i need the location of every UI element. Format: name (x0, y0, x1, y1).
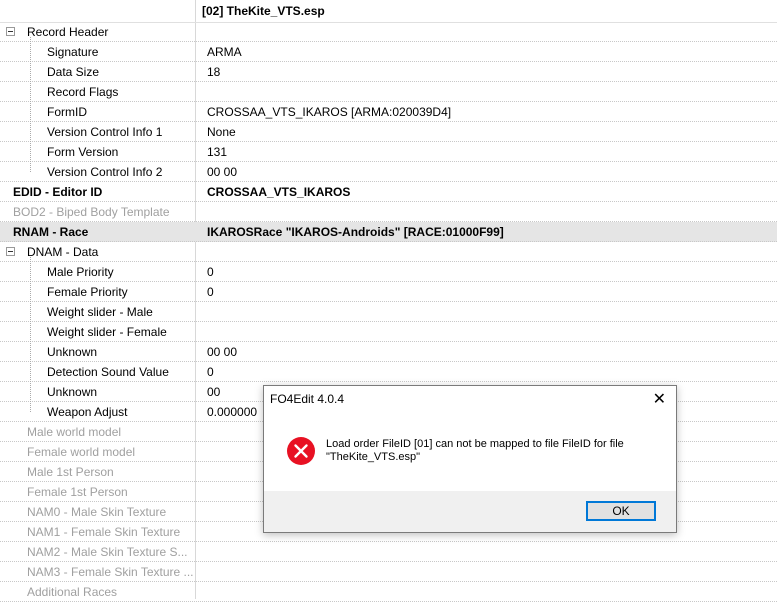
row-nam3[interactable]: NAM3 - Female Skin Texture ... (0, 562, 777, 582)
row-value: None (207, 125, 236, 139)
row-name: Data Size (47, 65, 100, 79)
row-value: 00 00 (207, 165, 238, 179)
row-name: BOD2 - Biped Body Template (13, 205, 170, 219)
row-name: Additional Races (27, 585, 118, 599)
row-name: Version Control Info 2 (47, 165, 163, 179)
row-name: Version Control Info 1 (47, 125, 163, 139)
row-value: IKAROSRace "IKAROS-Androids" [RACE:01000… (207, 225, 504, 239)
row-name: Unknown (47, 385, 98, 399)
collapse-icon[interactable] (6, 27, 15, 36)
row-data-size[interactable]: Data Size 18 (0, 62, 777, 82)
row-female-priority[interactable]: Female Priority 0 (0, 282, 777, 302)
row-name: Female world model (27, 445, 136, 459)
row-value: 0 (207, 365, 214, 379)
row-name: Male Priority (47, 265, 114, 279)
row-value: CROSSAA_VTS_IKAROS [ARMA:020039D4] (207, 105, 452, 119)
collapse-icon[interactable] (6, 247, 15, 256)
row-value: 18 (207, 65, 221, 79)
row-nam2[interactable]: NAM2 - Male Skin Texture S... (0, 542, 777, 562)
row-record-flags[interactable]: Record Flags (0, 82, 777, 102)
row-male-priority[interactable]: Male Priority 0 (0, 262, 777, 282)
tree-connector (30, 37, 31, 172)
row-name: Male 1st Person (27, 465, 114, 479)
row-value: CROSSAA_VTS_IKAROS (207, 185, 351, 199)
row-name: Female Priority (47, 285, 128, 299)
row-name: Signature (47, 45, 99, 59)
dialog-title: FO4Edit 4.0.4 (270, 392, 345, 406)
row-unknown-1[interactable]: Unknown 00 00 (0, 342, 777, 362)
dialog-message: Load order FileID [01] can not be mapped… (326, 438, 624, 463)
row-name: Record Flags (47, 85, 119, 99)
row-formid[interactable]: FormID CROSSAA_VTS_IKAROS [ARMA:020039D4… (0, 102, 777, 122)
row-dnam[interactable]: DNAM - Data (0, 242, 777, 262)
row-value: ARMA (207, 45, 242, 59)
tree-connector (30, 257, 31, 412)
row-bod2[interactable]: BOD2 - Biped Body Template (0, 202, 777, 222)
row-name: Form Version (47, 145, 119, 159)
row-value: 00 (207, 385, 221, 399)
row-name: NAM3 - Female Skin Texture ... (27, 565, 194, 579)
row-name: Weight slider - Male (47, 305, 153, 319)
row-version-control-2[interactable]: Version Control Info 2 00 00 (0, 162, 777, 182)
row-name: DNAM - Data (27, 245, 99, 259)
row-name: EDID - Editor ID (13, 185, 103, 199)
row-name: NAM1 - Female Skin Texture (27, 525, 181, 539)
row-weight-slider-female[interactable]: Weight slider - Female (0, 322, 777, 342)
dialog-footer: OK (264, 491, 676, 532)
file-title: [02] TheKite_VTS.esp (202, 4, 325, 18)
row-edid[interactable]: EDID - Editor ID CROSSAA_VTS_IKAROS (0, 182, 777, 202)
row-name: NAM0 - Male Skin Texture (27, 505, 167, 519)
close-icon[interactable]: ✕ (653, 389, 666, 409)
row-rnam[interactable]: RNAM - Race IKAROSRace "IKAROS-Androids"… (0, 222, 777, 242)
row-value: 131 (207, 145, 228, 159)
row-name: Female 1st Person (27, 485, 128, 499)
row-version-control-1[interactable]: Version Control Info 1 None (0, 122, 777, 142)
row-name: NAM2 - Male Skin Texture S... (27, 545, 188, 559)
row-name: Weapon Adjust (47, 405, 128, 419)
error-icon (287, 437, 315, 465)
grid-header: [02] TheKite_VTS.esp (0, 0, 777, 23)
ok-button[interactable]: OK (586, 501, 656, 521)
row-form-version[interactable]: Form Version 131 (0, 142, 777, 162)
row-name: FormID (47, 105, 87, 119)
row-name: Detection Sound Value (47, 365, 169, 379)
row-value: 0 (207, 265, 214, 279)
row-name: Record Header (27, 25, 109, 39)
row-value: 0 (207, 285, 214, 299)
row-value: 0.000000 (207, 405, 258, 419)
row-value: 00 00 (207, 345, 238, 359)
row-name: RNAM - Race (13, 225, 89, 239)
row-name: Unknown (47, 345, 98, 359)
row-name: Weight slider - Female (47, 325, 167, 339)
row-name: Male world model (27, 425, 122, 439)
row-record-header[interactable]: Record Header (0, 22, 777, 42)
row-additional-races[interactable]: Additional Races (0, 582, 777, 602)
row-signature[interactable]: Signature ARMA (0, 42, 777, 62)
row-detection-sound[interactable]: Detection Sound Value 0 (0, 362, 777, 382)
row-weight-slider-male[interactable]: Weight slider - Male (0, 302, 777, 322)
error-dialog: FO4Edit 4.0.4 ✕ Load order FileID [01] c… (263, 385, 677, 533)
